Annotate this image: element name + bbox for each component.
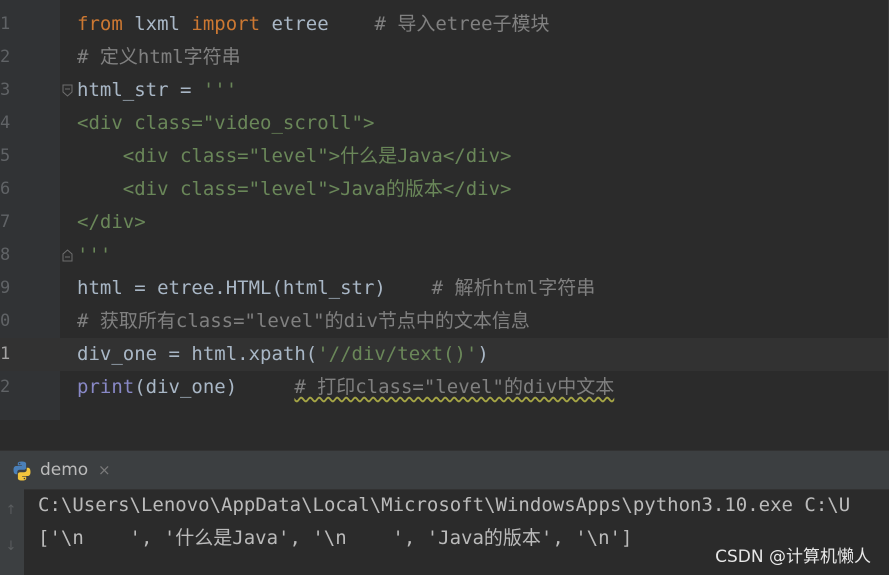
code-line[interactable]: 2 print(div_one) # 打印class="level"的div中文本 <box>0 371 889 404</box>
code-string: '//div/text()' <box>317 343 478 365</box>
code-comment: # 导入etree子模块 <box>374 13 550 35</box>
code-editor[interactable]: 1 from lxml import etree # 导入etree子模块 2 # 定… <box>0 0 889 420</box>
code-text: print(div_one) # 打印class="level"的div中文本 <box>77 371 614 404</box>
console-line: C:\Users\Lenovo\AppData\Local\Microsoft\… <box>38 494 851 516</box>
code-text: </div> <box>77 206 146 239</box>
code-line[interactable]: 2 # 定义html字符串 <box>0 41 889 74</box>
scroll-down-icon[interactable]: ↓ <box>2 537 20 557</box>
code-comment: # 定义html字符串 <box>77 46 241 68</box>
code-token: etree <box>260 13 375 35</box>
scroll-up-icon[interactable]: ↑ <box>2 501 20 521</box>
editor-bottom-gap <box>0 420 889 450</box>
code-token: html = etree.HTML(html_str) <box>77 277 432 299</box>
code-comment: # 打印class="level"的div中文本 <box>294 376 615 398</box>
line-number: 7 <box>0 212 11 232</box>
code-token: html_str = <box>77 79 203 101</box>
python-icon <box>13 461 31 481</box>
code-token: lxml <box>122 13 192 35</box>
line-number: 3 <box>0 80 11 100</box>
line-number: 4 <box>0 113 11 133</box>
code-line[interactable]: 9 html = etree.HTML(html_str) # 解析html字符串 <box>0 272 889 305</box>
line-number: 5 <box>0 146 11 166</box>
code-text: div_one = html.xpath('//div/text()') <box>77 338 489 371</box>
code-string: <div class="level">什么是Java</div> <box>77 145 512 167</box>
line-number: 1 <box>0 14 11 34</box>
code-text: # 定义html字符串 <box>77 41 241 74</box>
code-text: from lxml import etree # 导入etree子模块 <box>77 8 550 41</box>
fold-marker-icon[interactable] <box>62 249 73 262</box>
code-line[interactable]: 6 <div class="level">Java的版本</div> <box>0 173 889 206</box>
code-builtin: print <box>77 376 135 398</box>
code-text: html = etree.HTML(html_str) # 解析html字符串 <box>77 272 595 305</box>
code-keyword: import <box>191 13 261 35</box>
code-line[interactable]: 5 <div class="level">什么是Java</div> <box>0 140 889 173</box>
fold-marker-icon[interactable] <box>62 84 73 97</box>
code-line[interactable]: 1 from lxml import etree # 导入etree子模块 <box>0 8 889 41</box>
code-text: <div class="video_scroll"> <box>77 107 374 140</box>
code-text: <div class="level">什么是Java</div> <box>77 140 512 173</box>
watermark: CSDN @计算机懒人 <box>715 547 871 567</box>
run-side-toolbar: ↑ ↓ <box>0 489 24 575</box>
code-text: # 获取所有class="level"的div节点中的文本信息 <box>77 305 530 338</box>
code-token: (div_one) <box>134 376 295 398</box>
code-string: <div class="video_scroll"> <box>77 112 375 134</box>
code-text: ''' <box>77 239 111 272</box>
line-number: 6 <box>0 179 11 199</box>
code-keyword: from <box>77 13 123 35</box>
run-tab-label: demo <box>40 460 89 480</box>
code-line[interactable]: 1 div_one = html.xpath('//div/text()') <box>0 338 889 371</box>
code-string: ''' <box>202 79 238 101</box>
line-number: 8 <box>0 245 11 265</box>
line-number: 1 <box>0 344 11 364</box>
line-number: 2 <box>0 47 11 67</box>
code-string: </div> <box>77 211 146 233</box>
line-number: 9 <box>0 278 11 298</box>
code-text: html_str = ''' <box>77 74 237 107</box>
code-line[interactable]: 8 ''' <box>0 239 889 272</box>
run-panel: demo × ↑ ↓ C:\Users\Lenovo\AppData\Local… <box>0 450 889 575</box>
close-icon[interactable]: × <box>98 451 111 489</box>
code-line[interactable]: 7 </div> <box>0 206 889 239</box>
line-number: 2 <box>0 377 11 397</box>
code-comment: # 获取所有class="level"的div节点中的文本信息 <box>77 310 530 332</box>
code-token: ) <box>477 343 489 365</box>
code-text: <div class="level">Java的版本</div> <box>77 173 512 206</box>
code-string: <div class="level">Java的版本</div> <box>77 178 512 200</box>
code-line[interactable]: 4 <div class="video_scroll"> <box>0 107 889 140</box>
run-tab-bar: demo × <box>0 451 889 490</box>
code-string: ''' <box>77 244 112 266</box>
run-tab-demo[interactable]: demo × <box>0 451 125 489</box>
code-line[interactable]: 3 html_str = ''' <box>0 74 889 107</box>
line-number: 0 <box>0 311 11 331</box>
code-line[interactable]: 0 # 获取所有class="level"的div节点中的文本信息 <box>0 305 889 338</box>
code-token: div_one = html.xpath( <box>77 343 318 365</box>
code-comment: # 解析html字符串 <box>431 277 596 299</box>
